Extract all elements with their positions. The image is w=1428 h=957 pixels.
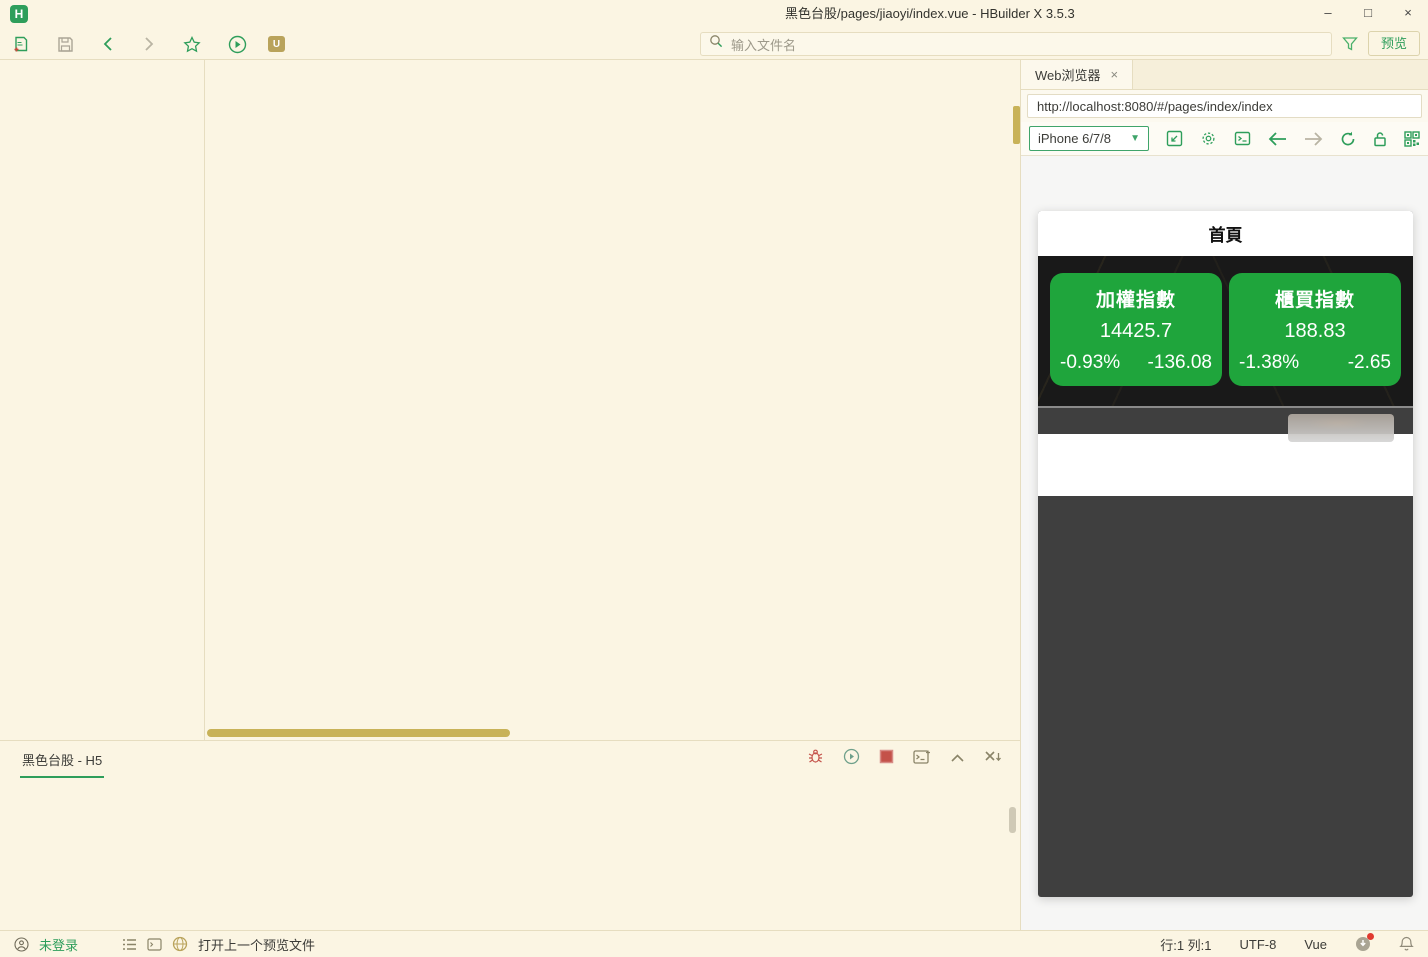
settings-gear-icon[interactable] — [1200, 130, 1217, 147]
qrcode-icon[interactable] — [1404, 131, 1420, 147]
forward-icon[interactable] — [142, 36, 156, 52]
tab-web-browser[interactable]: Web浏览器 × — [1021, 60, 1133, 89]
hbuilderx-window: H 黑色台股/pages/jiaoyi/index.vue - HBuilder… — [0, 0, 1428, 957]
browser-tab-label: Web浏览器 — [1035, 65, 1101, 84]
console-log — [0, 777, 1020, 787]
collapse-icon[interactable] — [950, 750, 965, 768]
horizontal-scrollbar[interactable] — [207, 729, 510, 737]
devtools-icon[interactable] — [1234, 130, 1251, 147]
search-placeholder: 输入文件名 — [731, 35, 796, 54]
window-title: 黑色台股/pages/jiaoyi/index.vue - HBuilder X… — [785, 0, 1075, 28]
search-icon — [709, 34, 724, 54]
title-bar: H 黑色台股/pages/jiaoyi/index.vue - HBuilder… — [0, 0, 1428, 28]
minimap — [926, 100, 1020, 726]
file-search-input[interactable]: 输入文件名 — [700, 32, 1332, 56]
back-arrow-icon[interactable] — [1268, 132, 1287, 146]
index-percent: -1.38% — [1239, 352, 1299, 374]
phone-hero: 加權指數 14425.7 -0.93% -136.08 櫃買指數 188.83 — [1038, 256, 1413, 406]
restart-icon[interactable] — [843, 748, 860, 770]
preview-area: 首頁 加權指數 14425.7 -0.93% -136.08 櫃買指數 — [1021, 156, 1428, 931]
code-area[interactable] — [205, 96, 924, 726]
index-value: 188.83 — [1229, 320, 1401, 343]
tab-close-icon[interactable]: × — [1111, 67, 1119, 82]
terminal-icon[interactable] — [913, 749, 931, 770]
hbuilderx-logo-icon: H — [10, 5, 28, 23]
device-label: iPhone 6/7/8 — [1038, 131, 1111, 146]
phone-nav-title: 首頁 — [1038, 211, 1413, 256]
outline-list-icon[interactable] — [122, 938, 137, 951]
index-change: -2.65 — [1348, 352, 1391, 374]
close-button[interactable]: × — [1388, 0, 1428, 28]
url-bar-row: http://localhost:8080/#/pages/index/inde… — [1021, 90, 1428, 122]
account-icon[interactable] — [14, 937, 29, 952]
chevron-down-icon: ▼ — [1130, 133, 1140, 144]
language-indicator[interactable]: Vue — [1304, 937, 1327, 952]
new-file-icon[interactable] — [12, 35, 30, 53]
minimize-button[interactable]: – — [1308, 0, 1348, 28]
browser-tab-strip: Web浏览器 × — [1021, 60, 1428, 90]
stop-icon[interactable] — [879, 749, 894, 769]
back-icon[interactable] — [101, 36, 115, 52]
editor-tabs — [205, 60, 1020, 96]
line-col-indicator[interactable]: 行:1 列:1 — [1160, 935, 1211, 954]
debug-icon[interactable] — [807, 748, 824, 770]
resize-icon[interactable] — [1166, 130, 1183, 147]
code-editor[interactable] — [205, 60, 1020, 740]
lock-icon[interactable] — [1373, 131, 1387, 147]
open-previous-preview[interactable]: 打开上一个预览文件 — [198, 935, 315, 954]
update-download-icon[interactable] — [1355, 936, 1371, 952]
index-change: -136.08 — [1148, 352, 1212, 374]
save-icon[interactable] — [57, 36, 74, 53]
console-tab[interactable]: 黑色台股 - H5 — [20, 741, 104, 778]
phone-strip — [1038, 408, 1413, 434]
run-icon[interactable] — [228, 35, 247, 54]
toast-remnant — [1288, 414, 1394, 442]
index-percent: -0.93% — [1060, 352, 1120, 374]
index-card-weighted[interactable]: 加權指數 14425.7 -0.93% -136.08 — [1050, 273, 1222, 386]
star-icon[interactable] — [183, 36, 201, 53]
index-value: 14425.7 — [1050, 320, 1222, 343]
web-browser-panel: Web浏览器 × http://localhost:8080/#/pages/i… — [1020, 60, 1428, 931]
window-controls: – □ × — [1308, 0, 1428, 28]
globe-icon[interactable] — [172, 936, 188, 952]
phone-preview: 首頁 加權指數 14425.7 -0.93% -136.08 櫃買指數 — [1038, 211, 1413, 897]
toolbar: U 输入文件名 预览 — [0, 28, 1428, 60]
index-card-otc[interactable]: 櫃買指數 188.83 -1.38% -2.65 — [1229, 273, 1401, 386]
breadcrumb: U — [268, 28, 285, 60]
minimap-scrollbar[interactable] — [1013, 106, 1020, 144]
preview-button[interactable]: 预览 — [1368, 31, 1420, 56]
refresh-icon[interactable] — [1340, 131, 1356, 147]
encoding-indicator[interactable]: UTF-8 — [1240, 937, 1277, 952]
device-bar: iPhone 6/7/8 ▼ — [1021, 122, 1428, 156]
index-name: 加權指數 — [1050, 285, 1222, 312]
phone-tab-bar — [1038, 434, 1413, 496]
index-name: 櫃買指數 — [1229, 285, 1401, 312]
forward-arrow-icon[interactable] — [1304, 132, 1323, 146]
url-input[interactable]: http://localhost:8080/#/pages/index/inde… — [1027, 94, 1422, 118]
console-panel: 黑色台股 - H5 — [0, 740, 1020, 930]
clear-icon[interactable] — [984, 750, 1002, 769]
project-icon: U — [268, 36, 285, 52]
device-selector[interactable]: iPhone 6/7/8 ▼ — [1029, 126, 1149, 151]
notification-bell-icon[interactable] — [1399, 936, 1414, 952]
status-bar: 未登录 打开上一个预览文件 行:1 列:1 UTF-8 Vue — [0, 930, 1428, 957]
console-scrollbar[interactable] — [1009, 807, 1016, 833]
file-tree — [0, 60, 205, 740]
terminal-small-icon[interactable] — [147, 938, 162, 951]
maximize-button[interactable]: □ — [1348, 0, 1388, 28]
login-status[interactable]: 未登录 — [39, 935, 78, 954]
filter-funnel-icon[interactable] — [1342, 36, 1358, 56]
